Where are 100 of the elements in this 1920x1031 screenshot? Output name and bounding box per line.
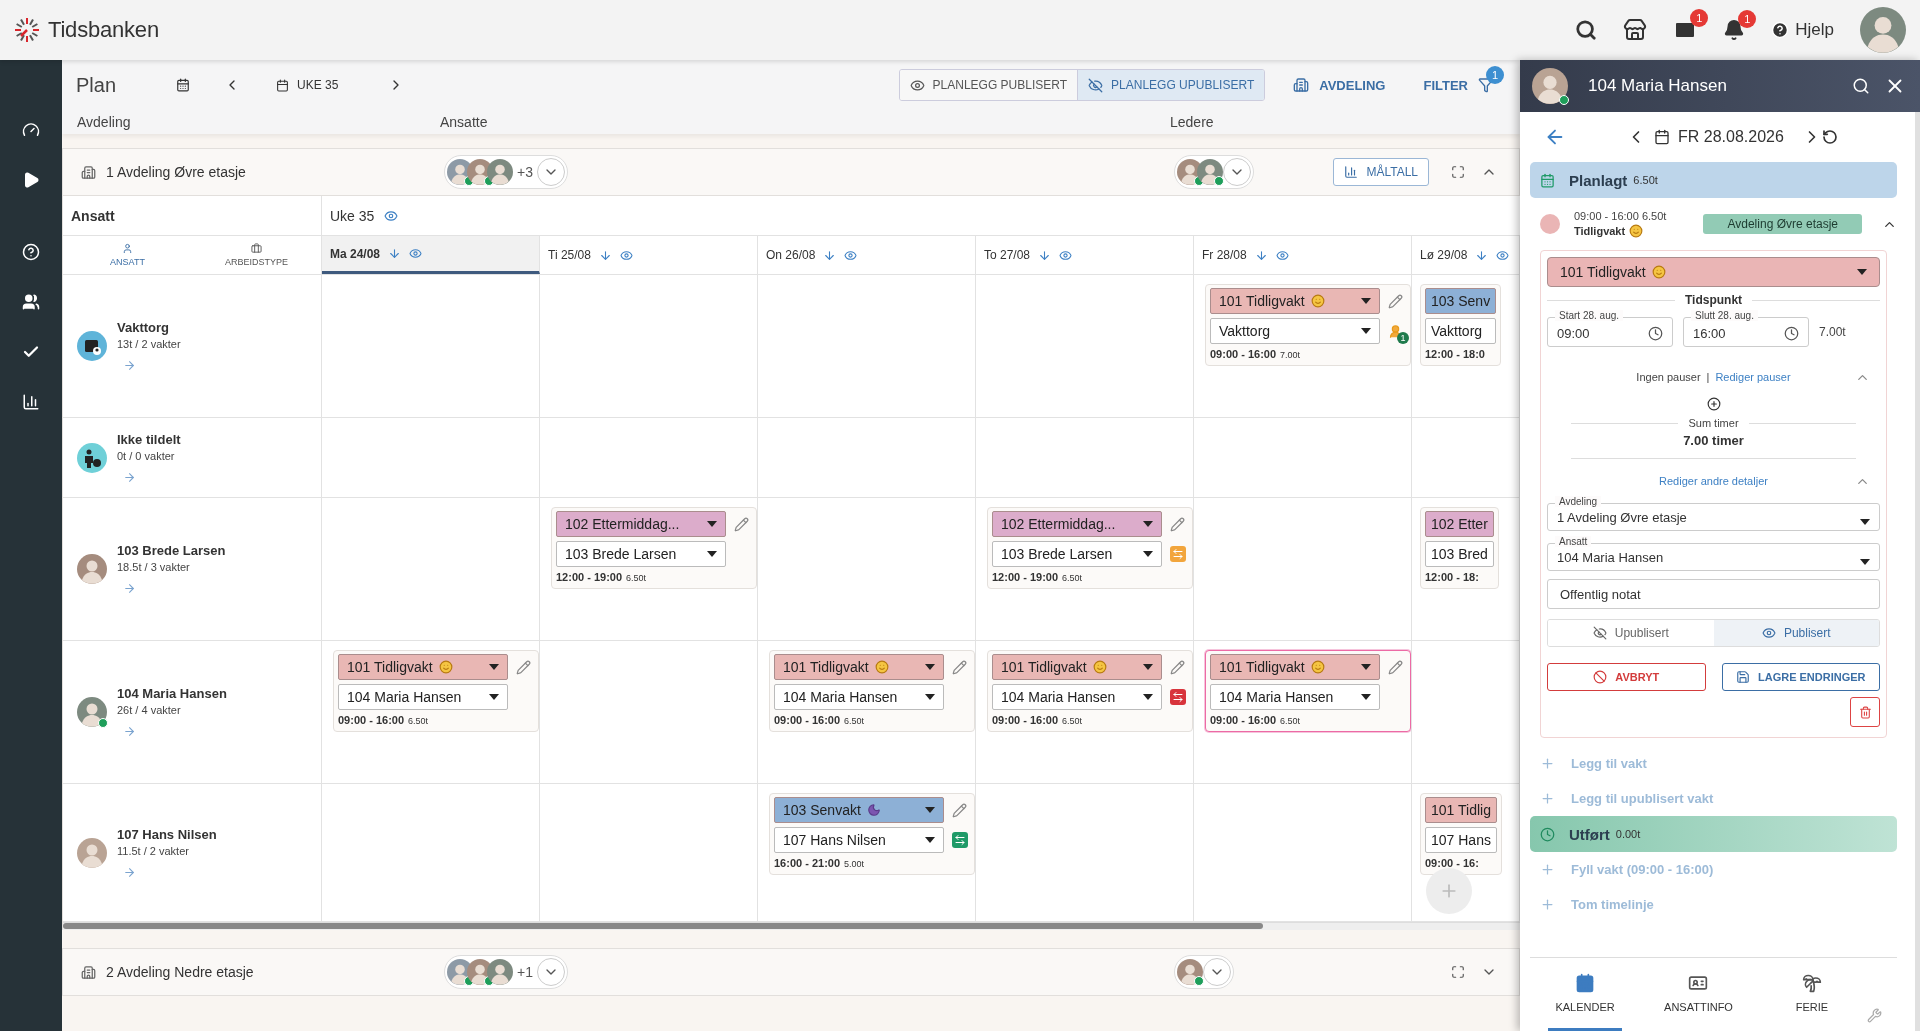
assignee-select[interactable]: Vakttorg xyxy=(1210,318,1380,344)
arrow-right-icon[interactable] xyxy=(123,582,136,595)
shift-type-select[interactable]: 102 Ettermiddag... xyxy=(556,511,726,537)
employee-avatars[interactable]: +1 xyxy=(444,955,568,989)
arrow-right-icon[interactable] xyxy=(123,359,136,372)
arrow-right-icon[interactable] xyxy=(123,725,136,738)
shift-card[interactable]: 101 Tidligvakt Vakttorg 1 09:00 - 16:00 7.00t xyxy=(1205,284,1411,366)
delete-button[interactable] xyxy=(1850,697,1880,727)
expand-button[interactable] xyxy=(1223,158,1251,186)
assignee-select[interactable]: 107 Hans Nilsen xyxy=(774,827,944,853)
publish-toggle[interactable]: Publisert xyxy=(1713,620,1879,646)
sort-icon[interactable] xyxy=(388,247,402,260)
assignee-select[interactable]: 107 Hans xyxy=(1425,827,1497,853)
expand-button[interactable] xyxy=(536,158,565,186)
shift-card[interactable]: 102 Ettermiddag... 103 Brede Larsen 12:00 - 19:00 6.50t xyxy=(551,507,757,589)
assignee-select[interactable]: 104 Maria Hansen xyxy=(1210,684,1380,710)
edit-icon[interactable] xyxy=(1170,659,1185,675)
eye-icon[interactable] xyxy=(844,248,858,262)
shift-type-select[interactable]: 101 Tidligvakt xyxy=(1210,654,1380,680)
edit-breaks-link[interactable]: Rediger pauser xyxy=(1715,371,1791,383)
arrow-right-icon[interactable] xyxy=(123,865,136,879)
shift-type-select[interactable]: 101 Tidligvakt xyxy=(774,654,944,680)
shift-type-select[interactable]: 103 Senv xyxy=(1425,288,1497,314)
save-button[interactable]: LAGRE ENDRINGER xyxy=(1721,663,1880,691)
shift-type-select[interactable]: 102 Etter xyxy=(1425,511,1494,537)
department-select[interactable]: Avdeling 1 Avdeling Øvre etasje xyxy=(1547,495,1880,531)
edit-icon[interactable] xyxy=(516,659,531,675)
arrow-right-icon[interactable] xyxy=(123,470,136,484)
shift-type-select[interactable]: 101 Tidligvakt xyxy=(338,654,508,680)
assignee-select[interactable]: 103 Brede Larsen xyxy=(992,541,1162,567)
note-field[interactable]: Offentlig notat xyxy=(1547,579,1880,609)
shift-card[interactable]: 101 Tidligvakt 104 Maria Hansen 09:00 - 16:00 6.50t xyxy=(769,650,975,732)
expand-button[interactable] xyxy=(1203,958,1231,986)
panel-tab[interactable]: ANSATTINFO xyxy=(1658,958,1739,1031)
sort-icon[interactable] xyxy=(823,248,837,262)
eye-icon[interactable] xyxy=(384,208,399,223)
shift-card[interactable]: 103 Senvakt 107 Hans Nilsen 16:00 - 21:00 5.00t xyxy=(769,793,975,875)
shift-type-select[interactable]: 101 Tidligvakt xyxy=(1547,257,1880,287)
sort-icon[interactable] xyxy=(1038,248,1052,262)
end-time-field[interactable]: Slutt 28. aug. 16:00 xyxy=(1683,309,1809,347)
assignee-select[interactable]: 104 Maria Hansen xyxy=(992,684,1162,710)
shift-type-select[interactable]: 103 Senvakt xyxy=(774,797,944,823)
start-time-field[interactable]: Start 28. aug. 09:00 xyxy=(1547,309,1673,347)
edit-icon[interactable] xyxy=(1170,516,1185,532)
view-mode-button[interactable]: PLANLEGG UPUBLISERT xyxy=(1077,70,1265,100)
metrics-button[interactable]: MÅLTALL xyxy=(1333,158,1429,186)
search-icon[interactable] xyxy=(1575,19,1598,41)
edit-icon[interactable] xyxy=(1388,659,1403,675)
shift-type-select[interactable]: 101 Tidligvakt xyxy=(992,654,1162,680)
shift-card[interactable]: 101 Tidlig 107 Hans 09:00 - 16: xyxy=(1420,793,1502,875)
search-icon[interactable] xyxy=(1852,77,1870,95)
shift-type-select[interactable]: 101 Tidlig xyxy=(1425,797,1497,823)
bell-icon[interactable] xyxy=(1723,19,1746,41)
eye-icon[interactable] xyxy=(1059,248,1073,262)
eye-icon[interactable] xyxy=(619,248,633,262)
department-button[interactable]: AVDELING xyxy=(1287,76,1392,94)
reset-button[interactable] xyxy=(1821,129,1838,145)
cancel-button[interactable]: AVBRYT xyxy=(1547,663,1706,691)
planned-bar[interactable]: Planlagt 6.50t xyxy=(1530,162,1897,198)
week-picker[interactable]: UKE 35 xyxy=(268,74,347,96)
edit-icon[interactable] xyxy=(952,802,967,818)
edit-details-link[interactable]: Rediger andre detaljer xyxy=(1659,475,1768,487)
leader-avatars[interactable] xyxy=(1174,955,1234,989)
help-link[interactable]: Hjelp xyxy=(1771,20,1834,40)
panel-tab[interactable]: FERIE xyxy=(1774,958,1849,1031)
sort-tab[interactable]: ARBEIDSTYPE xyxy=(192,236,321,274)
eye-icon[interactable] xyxy=(409,247,423,260)
done-bar[interactable]: Utført 0.00t xyxy=(1530,816,1897,852)
panel-tab[interactable]: KALENDER xyxy=(1548,958,1623,1031)
edit-icon[interactable] xyxy=(1388,293,1403,309)
assignee-select[interactable]: 103 Bred xyxy=(1425,541,1494,567)
shift-type-select[interactable]: 102 Ettermiddag... xyxy=(992,511,1162,537)
shift-card[interactable]: 101 Tidligvakt 104 Maria Hansen 09:00 - 16:00 6.50t xyxy=(987,650,1193,732)
eye-icon[interactable] xyxy=(1275,248,1289,262)
shift-card[interactable]: 101 Tidligvakt 104 Maria Hansen 09:00 - 16:00 6.50t xyxy=(1205,650,1411,732)
calendar-icon[interactable] xyxy=(1654,129,1670,145)
assignee-select[interactable]: 104 Maria Hansen xyxy=(338,684,508,710)
edit-icon[interactable] xyxy=(952,659,967,675)
employee-select[interactable]: Ansatt 104 Maria Hansen xyxy=(1547,535,1880,571)
day-header[interactable]: Ma 24/08 xyxy=(322,236,540,274)
sort-tab[interactable]: ANSATT xyxy=(63,236,192,274)
assignee-select[interactable]: 104 Maria Hansen xyxy=(774,684,944,710)
assignee-select[interactable]: 103 Brede Larsen xyxy=(556,541,726,567)
eye-icon[interactable] xyxy=(1496,248,1510,262)
shift-card[interactable]: 101 Tidligvakt 104 Maria Hansen 09:00 - 16:00 6.50t xyxy=(333,650,539,732)
edit-icon[interactable] xyxy=(734,516,749,532)
add-break-icon[interactable] xyxy=(1706,397,1721,411)
store-icon[interactable] xyxy=(1623,18,1648,42)
expand-button[interactable] xyxy=(536,958,565,986)
shift-card[interactable]: 102 Ettermiddag... 103 Brede Larsen 12:00 - 19:00 6.50t xyxy=(987,507,1193,589)
shift-card[interactable]: 103 Senv Vakttorg 12:00 - 18:0 xyxy=(1420,284,1502,366)
shift-card[interactable]: 102 Etter 103 Bred 12:00 - 18: xyxy=(1420,507,1499,589)
assignee-select[interactable]: Vakttorg xyxy=(1425,318,1497,344)
sort-icon[interactable] xyxy=(598,248,612,262)
shift-type-select[interactable]: 101 Tidligvakt xyxy=(1210,288,1380,314)
leader-avatars[interactable] xyxy=(1174,155,1254,189)
sort-icon[interactable] xyxy=(1254,248,1268,262)
scrollbar[interactable] xyxy=(63,923,1263,929)
employee-avatars[interactable]: +3 xyxy=(444,155,568,189)
sort-icon[interactable] xyxy=(1475,248,1489,262)
